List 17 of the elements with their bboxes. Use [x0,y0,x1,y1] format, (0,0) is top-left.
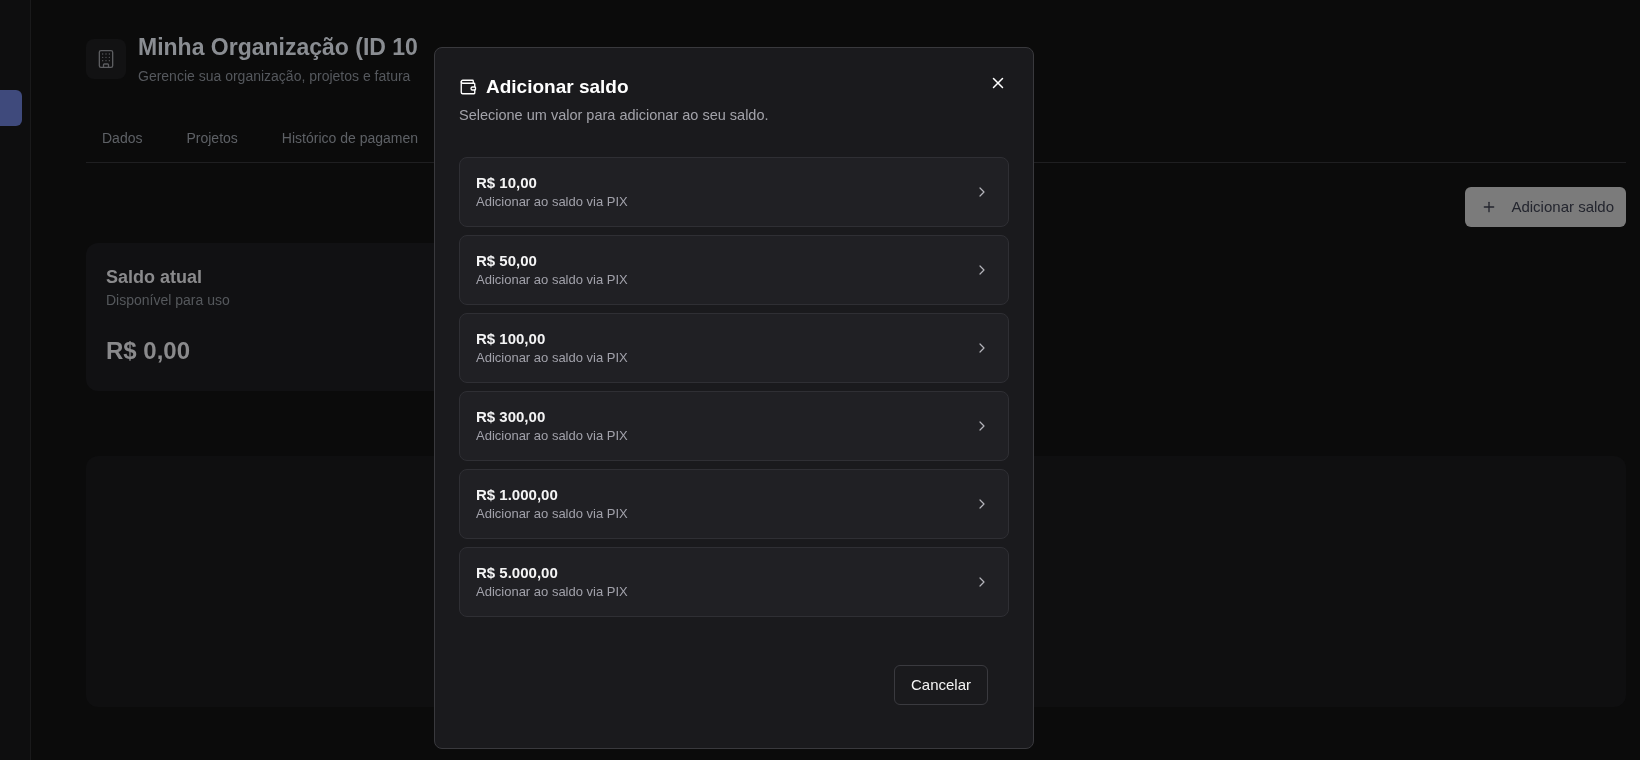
dialog-description: Selecione um valor para adicionar ao seu saldo. [459,106,769,125]
add-balance-button[interactable]: Adicionar saldo [1465,187,1626,227]
card-title: Saldo atual [106,266,203,289]
amount-option[interactable]: R$ 100,00 Adicionar ao saldo via PIX [459,313,1009,383]
amount-option[interactable]: R$ 10,00 Adicionar ao saldo via PIX [459,157,1009,227]
building-icon [86,39,126,79]
cancel-button[interactable]: Cancelar [893,665,988,705]
amount-option[interactable]: R$ 5.000,00 Adicionar ao saldo via PIX [459,547,1009,617]
amount-option[interactable]: R$ 300,00 Adicionar ao saldo via PIX [459,391,1009,461]
wallet-icon [459,78,477,96]
dialog-title: Adicionar saldo [486,75,629,99]
page-title: Minha Organização (ID 10 [138,33,418,62]
balance-amount: R$ 0,00 [106,336,191,366]
card-subtitle: Disponível para uso [106,291,230,310]
page-subtitle: Gerencie sua organização, projetos e fatura [138,67,411,86]
amount-option[interactable]: R$ 50,00 Adicionar ao saldo via PIX [459,235,1009,305]
amount-option[interactable]: R$ 1.000,00 Adicionar ao saldo via PIX [459,469,1009,539]
